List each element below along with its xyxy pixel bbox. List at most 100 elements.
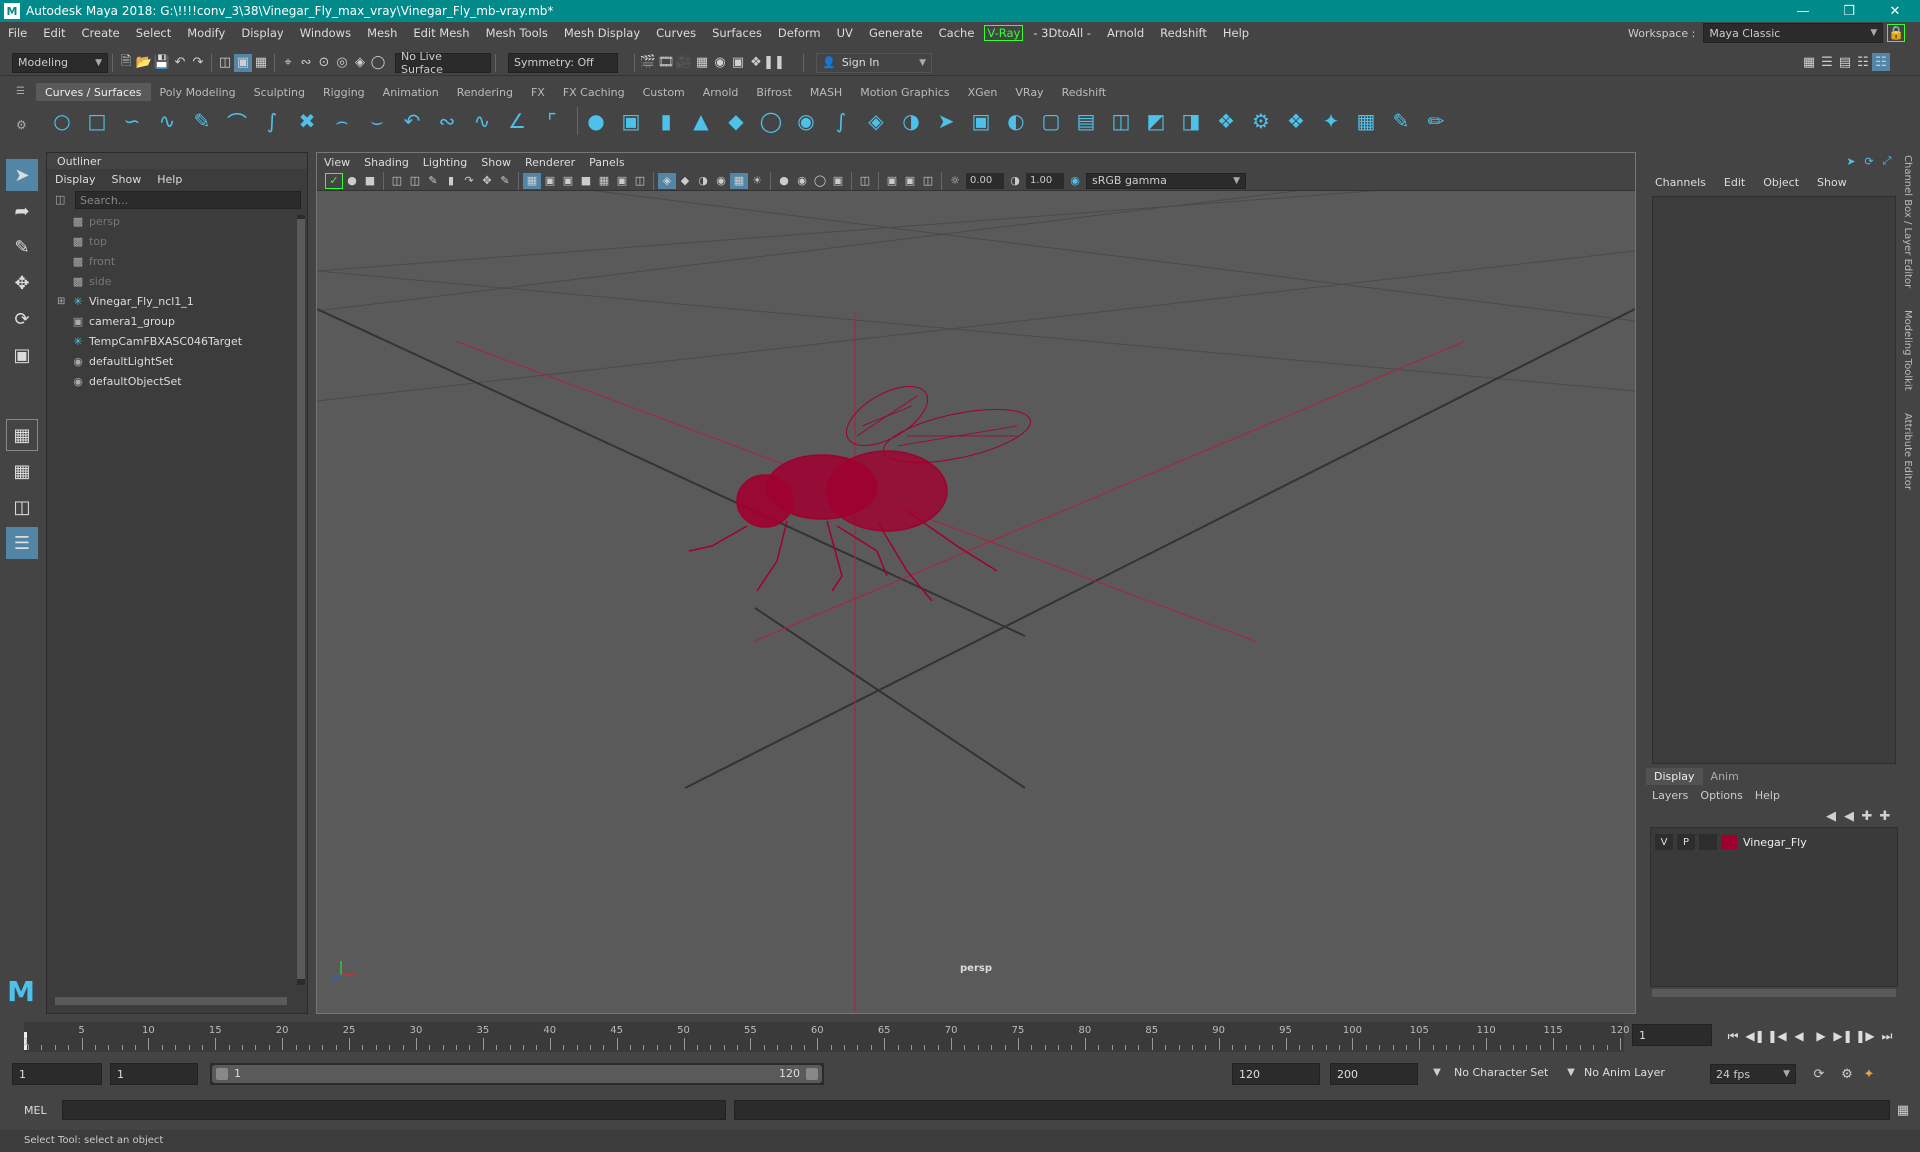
animation-prefs-icon[interactable]: ✦ <box>1860 1065 1878 1083</box>
gamma-field[interactable]: 1.00 <box>1026 172 1064 189</box>
bevel-plus-icon[interactable]: ▣ <box>967 107 995 135</box>
open-scene-icon[interactable]: 📂 <box>135 54 153 72</box>
viewport-canvas[interactable] <box>317 191 1635 1013</box>
nurbs-cylinder-icon[interactable]: ▮ <box>652 107 680 135</box>
outliner-item[interactable]: ◉ defaultLightSet <box>57 351 307 371</box>
play-backward-icon[interactable]: ◀ <box>1788 1025 1810 1047</box>
zoom-icon[interactable]: ✎ <box>496 173 514 189</box>
add-points-icon[interactable]: ∠ <box>503 107 531 135</box>
snap-grid-icon[interactable]: ⌖ <box>279 54 297 72</box>
select-component-icon[interactable]: ▦ <box>252 54 270 72</box>
menu-help[interactable]: Help <box>1215 26 1257 40</box>
shelf-tab-custom[interactable]: Custom <box>634 83 694 101</box>
menu-create[interactable]: Create <box>74 26 128 40</box>
shelf-tab-motion-graphics[interactable]: Motion Graphics <box>851 83 958 101</box>
menu-select[interactable]: Select <box>128 26 179 40</box>
menu-cache[interactable]: Cache <box>931 26 983 40</box>
default-material-icon[interactable]: ◑ <box>694 173 712 189</box>
insert-knot-icon[interactable]: ⌣ <box>363 107 391 135</box>
dolly-icon[interactable]: ↷ <box>460 173 478 189</box>
shelf-tab-poly-modeling[interactable]: Poly Modeling <box>151 83 245 101</box>
snap-curve-icon[interactable]: ∾ <box>297 54 315 72</box>
track-icon[interactable]: ✥ <box>478 173 496 189</box>
color-management-icon[interactable]: ◉ <box>1066 173 1084 189</box>
step-forward-key-icon[interactable]: ❚▶ <box>1854 1025 1876 1047</box>
snap-surface-icon[interactable]: ◈ <box>351 54 369 72</box>
viewport-menu-panels[interactable]: Panels <box>582 156 631 169</box>
safe-title-icon[interactable]: ◫ <box>631 173 649 189</box>
refresh-icon[interactable]: ⟳ <box>1860 152 1878 170</box>
outliner-item[interactable]: ▩ front <box>57 251 307 271</box>
mode-selector[interactable]: Modeling ▼ <box>12 52 108 73</box>
shelf-tab-fx-caching[interactable]: FX Caching <box>554 83 634 101</box>
go-to-end-icon[interactable]: ⏭ <box>1876 1025 1898 1047</box>
outliner-item[interactable]: ✳ TempCamFBXASC046Target <box>57 331 307 351</box>
script-editor-icon[interactable]: ▦ <box>1894 1101 1912 1119</box>
cv-curve-icon[interactable]: ∽ <box>118 107 146 135</box>
2d-pan-icon[interactable]: ◫ <box>406 173 424 189</box>
channels-icon[interactable]: ➤ <box>1842 152 1860 170</box>
viewport-menu-renderer[interactable]: Renderer <box>518 156 582 169</box>
motion-blur-icon[interactable]: ◯ <box>811 173 829 189</box>
fps-selector[interactable]: 24 fps ▼ <box>1710 1064 1796 1084</box>
untrim-icon[interactable]: ◨ <box>1177 107 1205 135</box>
maximize-button[interactable]: ❐ <box>1826 0 1872 22</box>
shelf-settings-icon[interactable]: ⚙ <box>16 118 27 132</box>
menu-edit[interactable]: Edit <box>35 26 73 40</box>
resolution-gate-icon[interactable]: ▣ <box>559 173 577 189</box>
rebuild-curve-icon[interactable]: ∿ <box>468 107 496 135</box>
playback-start-field[interactable]: 1 <box>110 1063 198 1085</box>
shelf-tab-curves-surfaces[interactable]: Curves / Surfaces <box>36 83 151 101</box>
field-chart-icon[interactable]: ▦ <box>595 173 613 189</box>
outliner-item[interactable]: ▩ persp <box>57 211 307 231</box>
outliner-menu-display[interactable]: Display <box>47 173 104 186</box>
step-forward-frame-icon[interactable]: ▶❚ <box>1832 1025 1854 1047</box>
grid-toggle-icon[interactable]: ▦ <box>523 172 541 189</box>
two-view-icon[interactable]: ◫ <box>6 491 38 523</box>
viewport-menu-view[interactable]: View <box>317 156 357 169</box>
live-surface-field[interactable]: No Live Surface <box>395 50 491 76</box>
channel-menu-edit[interactable]: Edit <box>1715 176 1754 189</box>
go-to-start-icon[interactable]: ⏮ <box>1722 1025 1744 1047</box>
play-forward-icon[interactable]: ▶ <box>1810 1025 1832 1047</box>
fillet-icon[interactable]: ✎ <box>1387 107 1415 135</box>
side-tab-modeling-toolkit[interactable]: Modeling Toolkit <box>1902 310 1913 391</box>
outliner-item[interactable]: ▣ camera1_group <box>57 311 307 331</box>
outliner-item[interactable]: ◉ defaultObjectSet <box>57 371 307 391</box>
tool-settings-icon[interactable]: ▤ <box>1836 53 1854 71</box>
render-view-icon[interactable]: ▣ <box>729 54 747 72</box>
viewport-menu-shading[interactable]: Shading <box>357 156 416 169</box>
minimize-button[interactable]: — <box>1780 0 1826 22</box>
shelf-tab-xgen[interactable]: XGen <box>959 83 1007 101</box>
layer-color-swatch[interactable] <box>1721 835 1737 849</box>
exposure-field[interactable]: 0.00 <box>966 172 1004 189</box>
xray-icon[interactable]: ▦ <box>730 172 748 189</box>
layer-playback-toggle[interactable]: P <box>1677 834 1695 850</box>
side-tab-channel-box-layer-editor[interactable]: Channel Box / Layer Editor <box>1902 155 1913 288</box>
shelf-tab-rendering[interactable]: Rendering <box>448 83 522 101</box>
scene-end-field[interactable]: 200 <box>1330 1063 1418 1085</box>
shelf-tab-animation[interactable]: Animation <box>374 83 448 101</box>
extrude-icon[interactable]: ◑ <box>897 107 925 135</box>
side-tab-attribute-editor[interactable]: Attribute Editor <box>1902 413 1913 490</box>
gate-mask-icon[interactable]: ■ <box>577 173 595 189</box>
aa-icon[interactable]: ▣ <box>829 173 847 189</box>
outliner-search-input[interactable]: Search... <box>75 191 301 209</box>
detach-curves-icon[interactable]: ⌢ <box>328 107 356 135</box>
time-ruler[interactable]: 1 5 10 15 20 25 30 35 40 45 50 55 60 65 70 75 80 85 90 95 1… <box>23 1022 1630 1052</box>
channel-menu-show[interactable]: Show <box>1808 176 1856 189</box>
redo-icon[interactable]: ↷ <box>189 54 207 72</box>
menu-windows[interactable]: Windows <box>292 26 359 40</box>
ipr-render-icon[interactable]: 🎥 <box>675 54 693 72</box>
bookmark-icon[interactable]: ▮ <box>442 173 460 189</box>
grease-pencil-icon[interactable]: ✎ <box>424 173 442 189</box>
arc-tool-icon[interactable]: ⌒ <box>223 107 251 135</box>
nurbs-plane-icon[interactable]: ◆ <box>722 107 750 135</box>
rebuild-surface-icon[interactable]: ❖ <box>1282 107 1310 135</box>
paint-select-tool-icon[interactable]: ✎ <box>6 231 38 263</box>
outliner-item[interactable]: ▩ top <box>57 231 307 251</box>
expand-icon[interactable]: ⊞ <box>57 296 71 307</box>
scale-tool-icon[interactable]: ▣ <box>6 339 38 371</box>
workspace-combo[interactable]: Maya Classic ▼ <box>1703 23 1884 43</box>
ao-icon[interactable]: ◉ <box>793 173 811 189</box>
